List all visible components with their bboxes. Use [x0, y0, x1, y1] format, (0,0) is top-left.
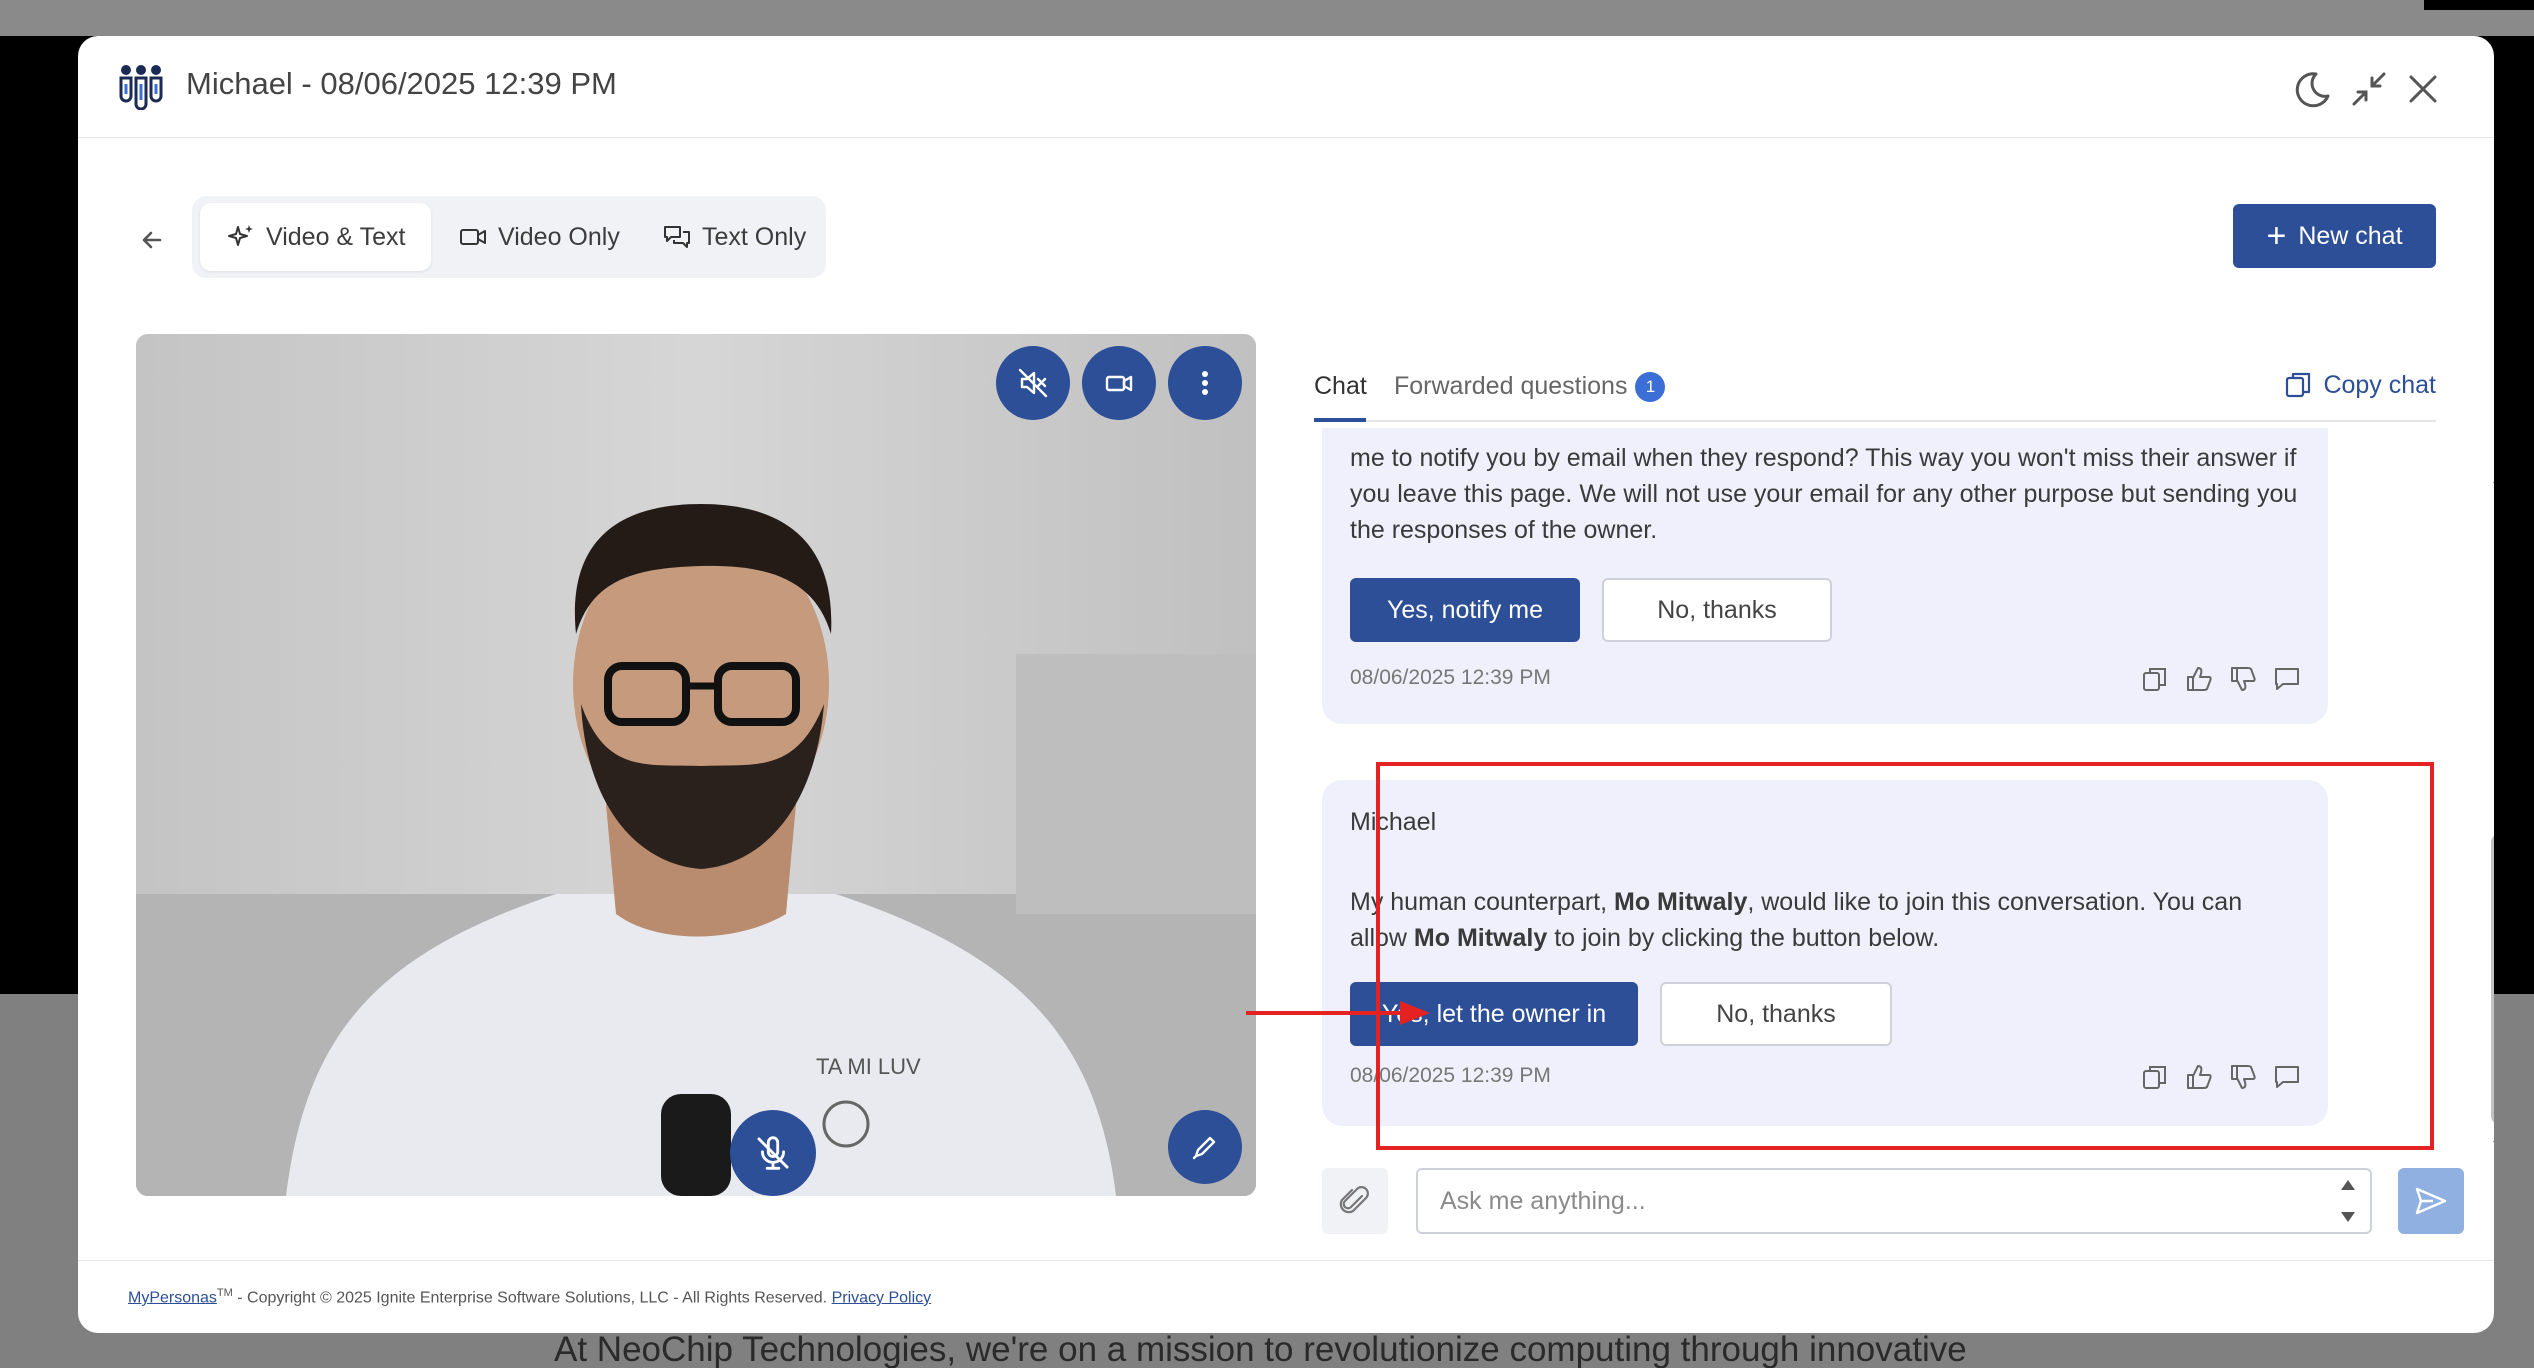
minimize-icon[interactable]	[2348, 68, 2390, 110]
mode-text-only[interactable]: Text Only	[636, 203, 832, 271]
tab-forwarded-questions[interactable]: Forwarded questions 1	[1394, 372, 1666, 403]
comment-icon[interactable]	[2272, 664, 2302, 694]
mode-label: Text Only	[702, 222, 807, 251]
send-button[interactable]	[2398, 1168, 2464, 1234]
close-icon[interactable]	[2402, 68, 2444, 110]
thumbs-down-icon[interactable]	[2228, 664, 2258, 694]
owner-name: Mo Mitwaly	[1413, 924, 1548, 952]
video-feed: TA MI LUV	[136, 334, 1256, 1196]
plus-icon: +	[2266, 217, 2287, 255]
background-top-bar	[0, 0, 2534, 36]
copy-chat-label: Copy chat	[2323, 370, 2436, 399]
modal-header: Michael - 08/06/2025 12:39 PM	[78, 36, 2494, 138]
modal-footer: MyPersonasTM - Copyright © 2025 Ignite E…	[78, 1260, 2494, 1333]
copyright-text: - Copyright © 2025 Ignite Enterprise Sof…	[232, 1289, 832, 1307]
video-camera-icon	[1105, 375, 1133, 392]
mode-video-and-text[interactable]: Video & Text	[200, 203, 432, 271]
chat-scrollbar-thumb[interactable]	[2491, 834, 2494, 1124]
chat-bubbles-icon	[664, 226, 690, 248]
trademark: TM	[216, 1287, 233, 1299]
chat-modal: Michael - 08/06/2025 12:39 PM Video & Te…	[78, 36, 2494, 1333]
kebab-menu-icon	[1202, 371, 1208, 395]
copy-chat-button[interactable]: Copy chat	[2283, 370, 2436, 400]
pen-button[interactable]	[1168, 1110, 1242, 1184]
pen-icon	[1192, 1136, 1216, 1160]
mode-label: Video & Text	[266, 222, 406, 251]
owner-name: Mo Mitwaly	[1614, 888, 1748, 916]
no-thanks-button[interactable]: No, thanks	[1602, 578, 1832, 642]
message-bubble-join-request: Michael My human counterpart, Mo Mitwaly…	[1322, 780, 2328, 1126]
background-tab	[2424, 0, 2534, 10]
annotation-arrow-icon	[1246, 1001, 1430, 1025]
message-sender: Michael	[1350, 808, 1437, 836]
speaker-off-icon	[1018, 368, 1048, 398]
message-input[interactable]	[1416, 1168, 2372, 1234]
mode-video-only[interactable]: Video Only	[432, 203, 646, 271]
video-camera-icon	[460, 229, 486, 245]
speaker-mute-button[interactable]	[996, 346, 1070, 420]
thumbs-up-icon[interactable]	[2184, 1062, 2214, 1092]
message-actions	[2140, 1062, 2302, 1092]
new-chat-button[interactable]: + New chat	[2233, 204, 2436, 268]
chat-tabs: Chat Forwarded questions 1 Copy chat	[1314, 334, 2436, 422]
privacy-policy-link[interactable]: Privacy Policy	[832, 1289, 932, 1306]
message-text-line: the responses of the owner.	[1350, 516, 1658, 544]
scroll-down-arrow-icon[interactable]	[2490, 1136, 2494, 1156]
svg-text:TA MI LUV: TA MI LUV	[816, 1054, 921, 1079]
copy-icon[interactable]	[2140, 664, 2170, 694]
message-text-line: me to notify you by email when they resp…	[1350, 444, 2297, 472]
copy-icon[interactable]	[2140, 1062, 2170, 1092]
send-icon	[2415, 1187, 2447, 1215]
background-page-text: At NeoChip Technologies, we're on a miss…	[554, 1330, 1967, 1368]
microphone-off-icon	[757, 1136, 789, 1170]
sparkles-icon	[228, 225, 253, 246]
message-timestamp: 08/06/2025 12:39 PM	[1350, 1064, 1551, 1087]
active-tab-indicator	[1314, 418, 1366, 422]
input-spinner-icon[interactable]	[2336, 1172, 2360, 1230]
footer-text: MyPersonasTM - Copyright © 2025 Ignite E…	[128, 1287, 931, 1307]
attach-button[interactable]	[1322, 1168, 1388, 1234]
tab-chat[interactable]: Chat	[1314, 372, 1367, 401]
message-text-line: you leave this page. We will not use you…	[1350, 480, 2298, 508]
copy-icon	[2286, 372, 2311, 398]
message-timestamp: 08/06/2025 12:39 PM	[1350, 666, 1551, 689]
dark-mode-icon[interactable]	[2290, 68, 2332, 110]
mode-label: Video Only	[498, 222, 620, 251]
paperclip-icon	[1339, 1186, 1369, 1214]
thumbs-down-icon[interactable]	[2228, 1062, 2258, 1092]
brand-link[interactable]: MyPersonas	[128, 1289, 217, 1306]
notify-me-button[interactable]: Yes, notify me	[1350, 578, 1580, 642]
scroll-up-arrow-icon[interactable]	[2490, 468, 2494, 488]
message-text-line: allow Mo Mitwaly to join by clicking the…	[1350, 924, 1940, 952]
message-text-line: My human counterpart, Mo Mitwaly, would …	[1350, 888, 2243, 916]
mode-toggle-group: Video & Text Video Only Text Only	[192, 196, 826, 278]
more-options-button[interactable]	[1168, 346, 1242, 420]
forwarded-count-badge: 1	[1635, 372, 1666, 403]
message-bubble: me to notify you by email when they resp…	[1322, 428, 2328, 724]
no-thanks-button[interactable]: No, thanks	[1660, 982, 1892, 1046]
persona-logo-icon	[119, 65, 163, 110]
message-list: me to notify you by email when they resp…	[1322, 428, 2432, 1132]
microphone-mute-button[interactable]	[730, 1110, 816, 1196]
new-chat-label: New chat	[2298, 221, 2403, 250]
avatar-video-image: TA MI LUV	[136, 334, 1256, 1196]
message-actions	[2140, 664, 2302, 694]
tab-label: Forwarded questions	[1394, 372, 1628, 400]
camera-button[interactable]	[1082, 346, 1156, 420]
window-title: Michael - 08/06/2025 12:39 PM	[186, 66, 617, 101]
comment-icon[interactable]	[2272, 1062, 2302, 1092]
back-arrow-icon[interactable]	[130, 218, 174, 262]
thumbs-up-icon[interactable]	[2184, 664, 2214, 694]
